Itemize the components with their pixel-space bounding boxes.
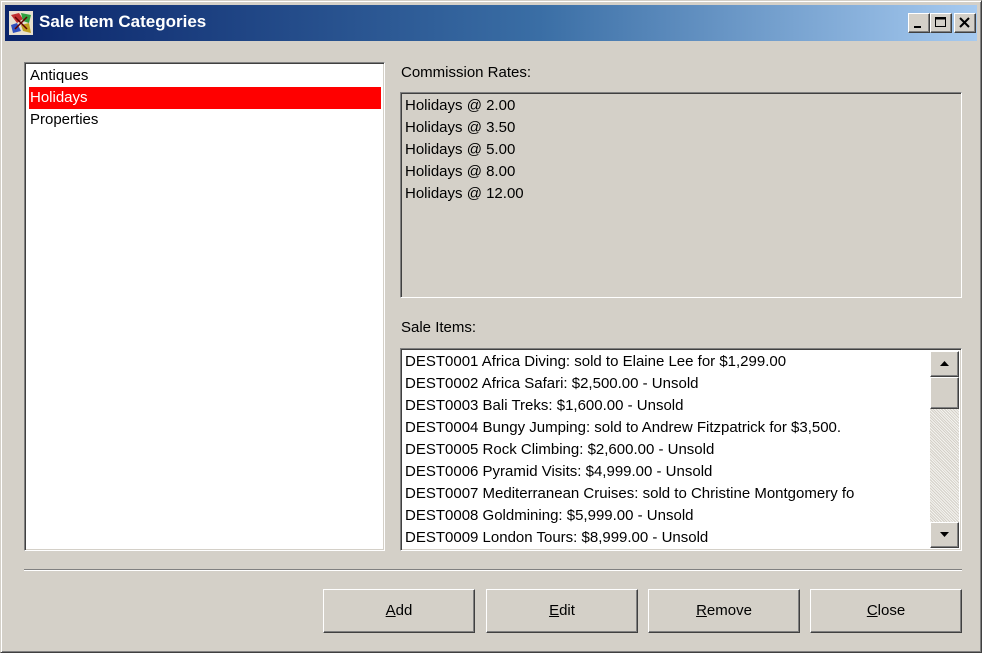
rate-item[interactable]: Holidays @ 12.00 (405, 183, 524, 205)
close-button[interactable]: Close (810, 589, 962, 633)
sale-item-row[interactable]: DEST0001 Africa Diving: sold to Elaine L… (405, 351, 931, 373)
category-item-properties[interactable]: Properties (29, 109, 381, 131)
remove-accel: R (696, 602, 707, 619)
category-item-antiques[interactable]: Antiques (29, 65, 381, 87)
sale-item-row[interactable]: DEST0008 Goldmining: $5,999.00 - Unsold (405, 505, 931, 527)
scroll-down-button[interactable] (930, 522, 959, 548)
title-bar[interactable]: Sale Item Categories (5, 5, 977, 41)
minimize-button[interactable] (908, 13, 930, 33)
close-window-button[interactable] (954, 13, 976, 33)
rate-item[interactable]: Holidays @ 3.50 (405, 117, 515, 139)
rate-item[interactable]: Holidays @ 8.00 (405, 161, 515, 183)
sale-item-row[interactable]: DEST0006 Pyramid Visits: $4,999.00 - Uns… (405, 461, 931, 483)
sale-item-row[interactable]: DEST0002 Africa Safari: $2,500.00 - Unso… (405, 373, 931, 395)
remove-button[interactable]: Remove (648, 589, 800, 633)
edit-accel: E (549, 602, 560, 619)
sale-item-row[interactable]: DEST0009 London Tours: $8,999.00 - Unsol… (405, 527, 931, 549)
window-title: Sale Item Categories (39, 12, 207, 31)
rate-item[interactable]: Holidays @ 5.00 (405, 139, 515, 161)
close-accel: C (866, 602, 878, 619)
sale-item-row[interactable]: DEST0003 Bali Treks: $1,600.00 - Unsold (405, 395, 931, 417)
edit-button[interactable]: Edit (486, 589, 638, 633)
sale-item-row[interactable]: DEST0004 Bungy Jumping: sold to Andrew F… (405, 417, 931, 439)
scroll-thumb[interactable] (930, 377, 959, 409)
scroll-up-button[interactable] (930, 351, 959, 377)
add-label-rest: dd (395, 602, 413, 619)
sale-items-label: Sale Items: (401, 319, 477, 336)
dialog-window: Sale Item Categories Antiques Holidays P… (0, 0, 982, 653)
close-icon (959, 17, 970, 28)
maximize-icon (935, 17, 946, 27)
sale-item-row[interactable]: DEST0005 Rock Climbing: $2,600.00 - Unso… (405, 439, 931, 461)
commission-rates-listbox[interactable]: Holidays @ 2.00 Holidays @ 3.50 Holidays… (400, 92, 962, 298)
minimize-icon (914, 26, 921, 28)
sale-items-scrollbar[interactable] (930, 351, 959, 548)
sale-items-listbox[interactable]: DEST0001 Africa Diving: sold to Elaine L… (400, 348, 962, 551)
app-puzzle-icon[interactable] (9, 11, 33, 35)
remove-label-rest: emove (706, 602, 752, 619)
category-listbox[interactable]: Antiques Holidays Properties (24, 62, 385, 551)
maximize-button[interactable] (930, 13, 952, 33)
divider (24, 569, 962, 571)
category-item-holidays[interactable]: Holidays (29, 87, 381, 109)
rate-item[interactable]: Holidays @ 2.00 (405, 95, 515, 117)
close-label-rest: lose (877, 602, 906, 619)
edit-label-rest: dit (559, 602, 575, 619)
add-button[interactable]: Add (323, 589, 475, 633)
arrow-up-icon (940, 361, 949, 366)
commission-rates-label: Commission Rates: (401, 64, 532, 81)
arrow-down-icon (940, 532, 949, 537)
add-accel: A (385, 602, 396, 619)
sale-item-row[interactable]: DEST0007 Mediterranean Cruises: sold to … (405, 483, 931, 505)
